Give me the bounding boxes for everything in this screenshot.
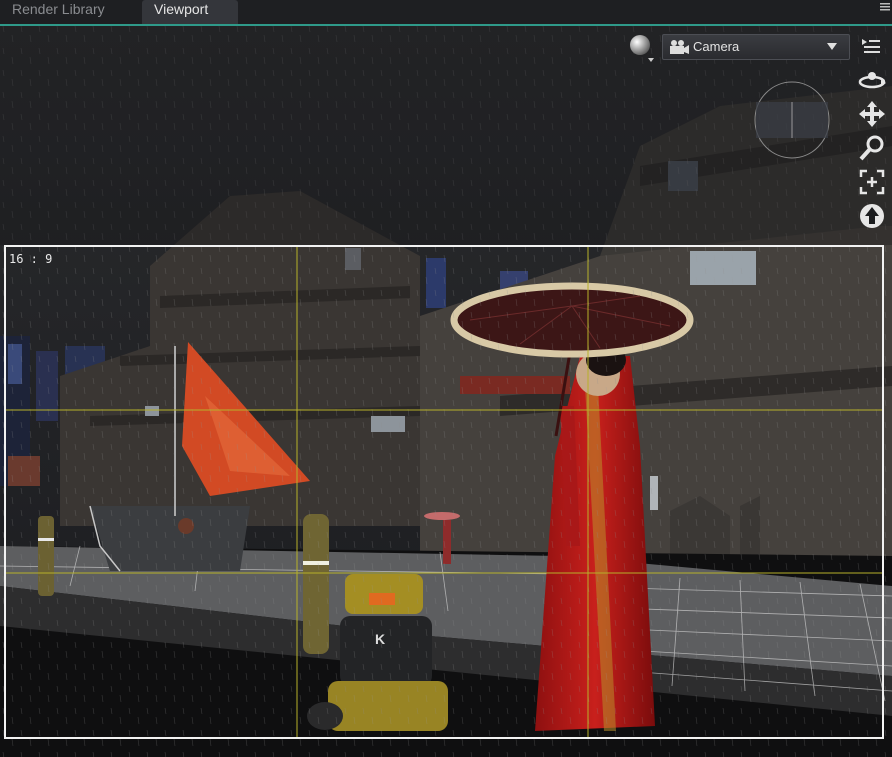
render-sphere-icon[interactable] bbox=[628, 34, 654, 64]
view-cube-icon[interactable] bbox=[752, 80, 832, 160]
tab-render-library[interactable]: Render Library bbox=[0, 0, 140, 24]
panel-tab-bar: Render Library Viewport bbox=[0, 0, 892, 26]
pan-icon[interactable] bbox=[857, 100, 887, 128]
panel-menu-icon[interactable] bbox=[860, 36, 882, 56]
camera-select[interactable]: Camera bbox=[662, 34, 850, 60]
tab-label: Viewport bbox=[154, 1, 209, 17]
viewport-canvas[interactable]: K bbox=[0, 26, 892, 757]
orbit-icon[interactable] bbox=[857, 66, 887, 94]
frame-icon[interactable] bbox=[857, 168, 887, 196]
reset-icon[interactable] bbox=[857, 202, 887, 230]
zoom-icon[interactable] bbox=[857, 134, 887, 162]
panel-options-icon[interactable] bbox=[878, 0, 892, 14]
camera-icon bbox=[670, 40, 689, 54]
camera-select-value: Camera bbox=[693, 39, 740, 54]
aspect-ratio-label: 16 : 9 bbox=[9, 252, 53, 266]
tab-viewport[interactable]: Viewport bbox=[142, 0, 238, 24]
tab-label: Render Library bbox=[12, 1, 105, 17]
chevron-down-icon bbox=[827, 43, 837, 50]
render-frame-border bbox=[4, 245, 884, 739]
